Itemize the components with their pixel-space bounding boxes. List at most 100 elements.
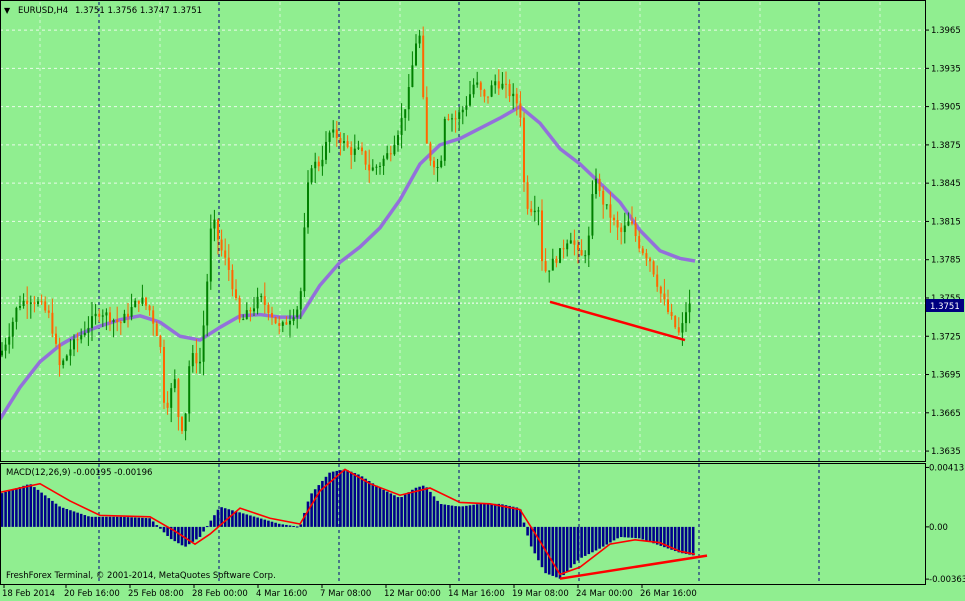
macd-bar bbox=[252, 516, 256, 527]
macd-bar bbox=[83, 515, 87, 527]
macd-bar bbox=[594, 526, 598, 551]
bull-candle bbox=[357, 147, 360, 149]
bear-candle bbox=[263, 296, 266, 305]
macd-bar bbox=[616, 526, 619, 539]
bear-candle bbox=[33, 302, 36, 304]
bear-candle bbox=[638, 236, 641, 249]
macd-bar bbox=[551, 526, 555, 576]
bull-candle bbox=[213, 219, 216, 229]
bull-candle bbox=[375, 166, 378, 168]
macd-bar bbox=[648, 526, 652, 542]
bear-candle bbox=[26, 300, 29, 305]
macd-bar bbox=[101, 516, 105, 527]
bull-candle bbox=[623, 225, 626, 233]
macd-bar bbox=[177, 526, 180, 544]
bull-candle bbox=[458, 112, 461, 120]
macd-bar bbox=[76, 512, 79, 527]
macd-bar bbox=[112, 516, 115, 527]
macd-bar bbox=[454, 506, 457, 527]
bull-candle bbox=[8, 336, 11, 345]
bull-candle bbox=[199, 361, 201, 364]
bull-candle bbox=[173, 379, 176, 389]
macd-bar bbox=[457, 506, 461, 527]
macd-bar bbox=[0, 493, 4, 527]
macd-bar bbox=[547, 526, 551, 575]
macd-bar bbox=[378, 488, 382, 527]
bull-candle bbox=[202, 325, 205, 362]
bear-candle bbox=[620, 227, 623, 233]
macd-bar bbox=[310, 493, 313, 527]
bear-candle bbox=[389, 153, 392, 155]
bear-candle bbox=[285, 322, 288, 325]
bull-candle bbox=[281, 322, 284, 326]
macd-bar bbox=[87, 516, 90, 527]
macd-bar bbox=[396, 497, 400, 527]
bull-candle bbox=[605, 204, 608, 206]
macd-bar bbox=[36, 489, 40, 527]
macd-bar bbox=[241, 513, 245, 527]
bear-candle bbox=[364, 151, 367, 165]
macd-bar bbox=[115, 516, 119, 527]
bear-candle bbox=[163, 346, 165, 403]
macd-bar bbox=[249, 515, 252, 527]
bear-candle bbox=[483, 89, 486, 97]
bear-candle bbox=[116, 320, 119, 323]
bear-candle bbox=[515, 93, 518, 104]
trading-chart[interactable]: 1.3965 1.3935 1.3905 1.3875 1.3845 1.3815 1.37… bbox=[0, 0, 965, 601]
x-tick-label: 18 Feb 2014 bbox=[2, 589, 55, 599]
macd-bar bbox=[245, 514, 249, 527]
macd-bar bbox=[605, 526, 609, 545]
x-tick-label: 20 Feb 16:00 bbox=[64, 589, 120, 599]
macd-bar bbox=[447, 505, 450, 527]
macd-y-tick-label: -0.00363 bbox=[929, 575, 965, 585]
bull-candle bbox=[465, 105, 468, 110]
macd-bar bbox=[468, 505, 472, 527]
bear-candle bbox=[238, 298, 241, 320]
bear-candle bbox=[641, 248, 644, 254]
bear-candle bbox=[47, 310, 50, 313]
macd-bar bbox=[558, 526, 562, 579]
macd-bar bbox=[677, 526, 681, 553]
bull-candle bbox=[256, 296, 259, 309]
macd-bar bbox=[173, 526, 177, 542]
bear-candle bbox=[159, 336, 162, 347]
bull-candle bbox=[436, 167, 439, 169]
y-tick-label: 1.3845 bbox=[931, 179, 961, 189]
macd-bar bbox=[349, 471, 353, 527]
macd-y-tick-label: 0.00 bbox=[929, 523, 948, 533]
macd-bar bbox=[576, 526, 580, 561]
bull-candle bbox=[688, 303, 691, 313]
macd-bar bbox=[515, 507, 519, 527]
bull-candle bbox=[537, 210, 540, 212]
bear-candle bbox=[487, 96, 489, 98]
bear-candle bbox=[634, 223, 637, 237]
collapse-arrow-icon[interactable]: ▼ bbox=[4, 6, 11, 15]
macd-bar bbox=[407, 492, 411, 527]
macd-bar bbox=[79, 513, 83, 527]
macd-bar bbox=[357, 474, 360, 527]
bull-candle bbox=[260, 296, 263, 298]
macd-bar bbox=[61, 507, 65, 527]
macd-bar bbox=[277, 523, 281, 527]
bear-candle bbox=[663, 293, 666, 300]
macd-bar bbox=[627, 526, 630, 538]
bear-candle bbox=[602, 190, 605, 205]
macd-bar bbox=[497, 503, 501, 527]
macd-bar bbox=[274, 522, 277, 527]
macd-bar bbox=[213, 515, 216, 527]
bear-candle bbox=[145, 297, 147, 306]
bear-candle bbox=[659, 286, 662, 294]
bear-candle bbox=[235, 289, 237, 299]
macd-bar bbox=[259, 518, 263, 527]
macd-bar bbox=[400, 497, 403, 527]
bull-candle bbox=[321, 159, 324, 167]
macd-bar bbox=[40, 492, 43, 527]
bear-candle bbox=[508, 83, 511, 97]
macd-bar bbox=[436, 500, 439, 527]
bull-candle bbox=[65, 355, 68, 361]
bull-candle bbox=[1, 350, 3, 356]
bull-candle bbox=[188, 366, 191, 414]
bear-candle bbox=[674, 315, 677, 328]
bear-candle bbox=[649, 258, 651, 262]
macd-bar bbox=[191, 526, 195, 542]
